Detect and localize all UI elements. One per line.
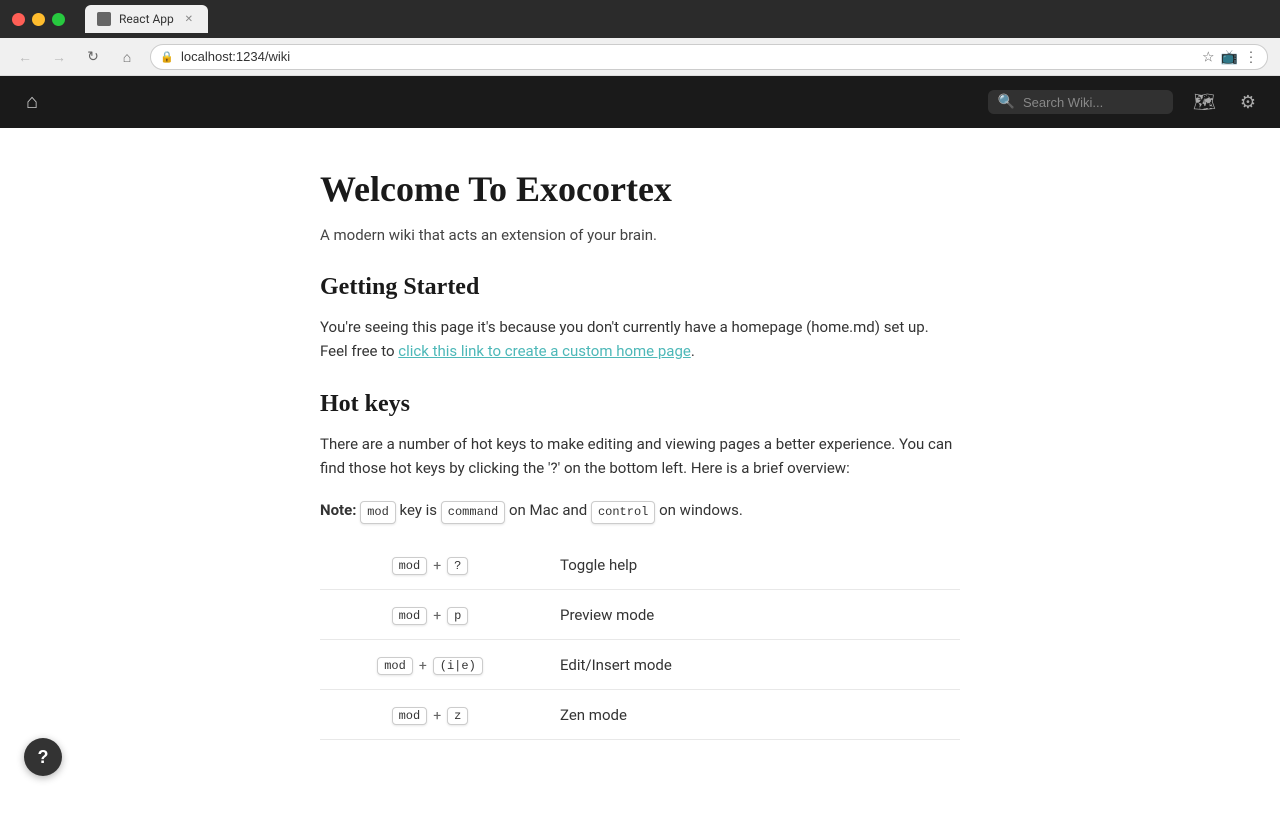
map-icon: 🗺 xyxy=(1193,92,1216,112)
hotkey-combo-cell: mod + (i|e) xyxy=(320,640,540,690)
help-button[interactable]: ? xyxy=(24,738,62,776)
search-icon: 🔍 xyxy=(998,94,1015,110)
address-input-container: 🔒 ☆ 📺 ⋮ xyxy=(150,44,1268,70)
plus-sign: + xyxy=(433,708,441,724)
mod-key: mod xyxy=(377,657,413,675)
question-key: ? xyxy=(447,557,468,575)
app-navbar: ⌂ 🔍 🗺 ⚙ xyxy=(0,76,1280,128)
table-row: mod + (i|e) Edit/Insert mode xyxy=(320,640,960,690)
note-on-windows: on windows. xyxy=(659,501,743,519)
z-key: z xyxy=(447,707,468,725)
note-paragraph: Note: mod key is command on Mac and cont… xyxy=(320,498,960,524)
key-combo-preview: mod + p xyxy=(392,607,469,625)
tab-close-button[interactable]: ✕ xyxy=(182,12,196,26)
hot-keys-section: Hot keys There are a number of hot keys … xyxy=(320,391,960,740)
menu-button[interactable]: ⋮ xyxy=(1244,48,1258,65)
hotkey-description-cell: Zen mode xyxy=(540,690,960,740)
command-key-badge: command xyxy=(441,501,505,524)
tab-favicon xyxy=(97,12,111,26)
plus-sign: + xyxy=(433,608,441,624)
close-button[interactable] xyxy=(12,13,25,26)
settings-icon: ⚙ xyxy=(1240,92,1256,112)
home-icon: ⌂ xyxy=(26,91,38,114)
bookmark-button[interactable]: ☆ xyxy=(1202,48,1215,65)
key-combo-edit-insert: mod + (i|e) xyxy=(377,657,483,675)
settings-button[interactable]: ⚙ xyxy=(1236,88,1260,117)
mod-key-badge: mod xyxy=(360,501,396,524)
help-icon: ? xyxy=(38,747,49,768)
note-label: Note: xyxy=(320,501,356,519)
p-key: p xyxy=(447,607,468,625)
nav-buttons: ← → ↻ ⌂ xyxy=(12,44,140,70)
address-right-icons: ☆ 📺 ⋮ xyxy=(1202,48,1258,65)
plus-sign: + xyxy=(433,558,441,574)
app-navbar-right: 🔍 🗺 ⚙ xyxy=(988,88,1260,117)
home-browser-button[interactable]: ⌂ xyxy=(114,44,140,70)
browser-tab[interactable]: React App ✕ xyxy=(85,5,208,33)
hotkey-description-cell: Edit/Insert mode xyxy=(540,640,960,690)
maximize-button[interactable] xyxy=(52,13,65,26)
hotkeys-table: mod + ? Toggle help mod + p xyxy=(320,540,960,740)
search-input[interactable] xyxy=(1023,95,1163,110)
getting-started-text-2: . xyxy=(691,342,695,360)
address-input[interactable] xyxy=(150,44,1268,70)
forward-button[interactable]: → xyxy=(46,44,72,70)
page-subtitle: A modern wiki that acts an extension of … xyxy=(320,226,960,244)
address-bar: ← → ↻ ⌂ 🔒 ☆ 📺 ⋮ xyxy=(0,38,1280,76)
mod-key: mod xyxy=(392,607,428,625)
back-button[interactable]: ← xyxy=(12,44,38,70)
ie-key: (i|e) xyxy=(433,657,483,675)
getting-started-paragraph: You're seeing this page it's because you… xyxy=(320,315,960,363)
edit-insert-label: Edit/Insert mode xyxy=(560,656,672,674)
table-row: mod + z Zen mode xyxy=(320,690,960,740)
cast-button[interactable]: 📺 xyxy=(1221,48,1238,65)
note-on-mac: on Mac and xyxy=(509,501,591,519)
refresh-button[interactable]: ↻ xyxy=(80,44,106,70)
map-button[interactable]: 🗺 xyxy=(1189,88,1220,117)
note-text: key is xyxy=(400,501,441,519)
tab-bar: React App ✕ xyxy=(85,5,208,33)
titlebar: React App ✕ xyxy=(0,0,1280,38)
getting-started-heading: Getting Started xyxy=(320,274,960,301)
key-combo-zen: mod + z xyxy=(392,707,469,725)
home-button[interactable]: ⌂ xyxy=(20,85,44,120)
hotkey-description-cell: Preview mode xyxy=(540,590,960,640)
page-title: Welcome To Exocortex xyxy=(320,168,960,210)
search-container: 🔍 xyxy=(988,90,1173,114)
app-navbar-left: ⌂ xyxy=(20,85,44,120)
minimize-button[interactable] xyxy=(32,13,45,26)
zen-mode-label: Zen mode xyxy=(560,706,627,724)
tab-title: React App xyxy=(119,12,174,26)
key-combo-toggle-help: mod + ? xyxy=(392,557,469,575)
hotkeys-tbody: mod + ? Toggle help mod + p xyxy=(320,540,960,740)
plus-sign: + xyxy=(419,658,427,674)
toggle-help-label: Toggle help xyxy=(560,556,637,574)
mod-key: mod xyxy=(392,557,428,575)
main-content: Welcome To Exocortex A modern wiki that … xyxy=(300,128,980,823)
mod-key: mod xyxy=(392,707,428,725)
control-key-badge: control xyxy=(591,501,655,524)
hotkey-combo-cell: mod + z xyxy=(320,690,540,740)
preview-mode-label: Preview mode xyxy=(560,606,654,624)
hotkey-combo-cell: mod + ? xyxy=(320,540,540,590)
table-row: mod + ? Toggle help xyxy=(320,540,960,590)
getting-started-section: Getting Started You're seeing this page … xyxy=(320,274,960,363)
hot-keys-heading: Hot keys xyxy=(320,391,960,418)
create-home-page-link[interactable]: click this link to create a custom home … xyxy=(398,342,691,360)
table-row: mod + p Preview mode xyxy=(320,590,960,640)
traffic-lights xyxy=(12,13,65,26)
lock-icon: 🔒 xyxy=(160,50,174,63)
hotkey-combo-cell: mod + p xyxy=(320,590,540,640)
hotkey-description-cell: Toggle help xyxy=(540,540,960,590)
hot-keys-description: There are a number of hot keys to make e… xyxy=(320,432,960,480)
